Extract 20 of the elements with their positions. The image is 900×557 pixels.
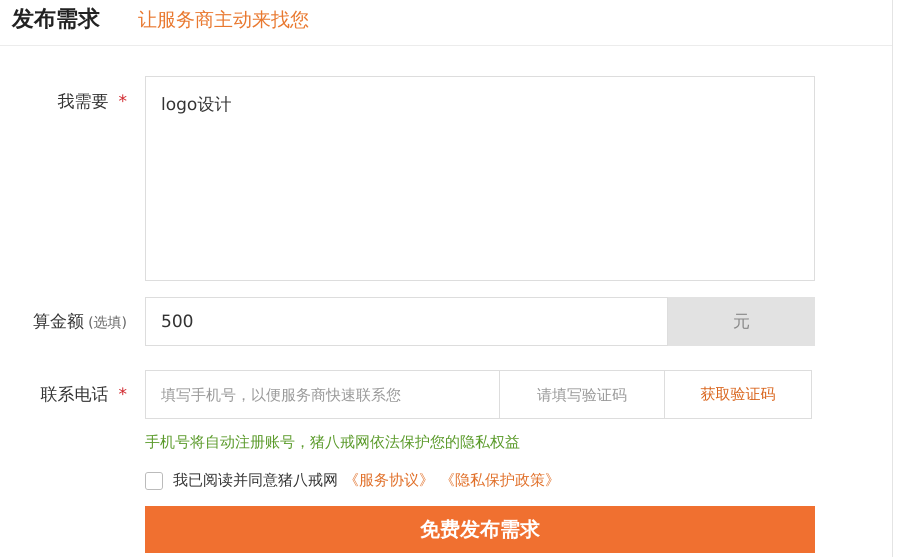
currency-unit: 元 bbox=[668, 297, 815, 346]
agree-checkbox[interactable] bbox=[145, 472, 163, 490]
policy-link[interactable]: 《服务协议》 bbox=[344, 471, 434, 490]
required-mark: * bbox=[118, 385, 127, 405]
policy-link[interactable]: 《隐私保护政策》 bbox=[440, 471, 560, 490]
submit-button[interactable]: 免费发布需求 bbox=[145, 506, 815, 553]
page-title: 发布需求 bbox=[12, 6, 100, 34]
field-label: 算金额 bbox=[33, 311, 84, 333]
get-code-button[interactable]: 获取验证码 bbox=[665, 370, 812, 419]
optional-hint: (选填) bbox=[88, 314, 127, 332]
field-label: 我需要 bbox=[58, 91, 108, 113]
required-mark: * bbox=[118, 92, 127, 112]
field-label: 联系电话 bbox=[40, 384, 108, 406]
page-subtitle: 让服务商主动来找您 bbox=[138, 8, 309, 33]
privacy-notice: 手机号将自动注册账号，猪八戒网依法保护您的隐私权益 bbox=[145, 433, 520, 452]
code-field[interactable]: 请填写验证码 bbox=[500, 370, 665, 419]
phone-field[interactable]: 填写手机号，以便服务商快速联系您 bbox=[145, 370, 500, 419]
requirement-field[interactable]: logo设计 bbox=[145, 76, 815, 281]
agreement-text: 我已阅读并同意猪八戒网 bbox=[173, 471, 338, 490]
budget-field[interactable]: 500 bbox=[145, 297, 668, 346]
